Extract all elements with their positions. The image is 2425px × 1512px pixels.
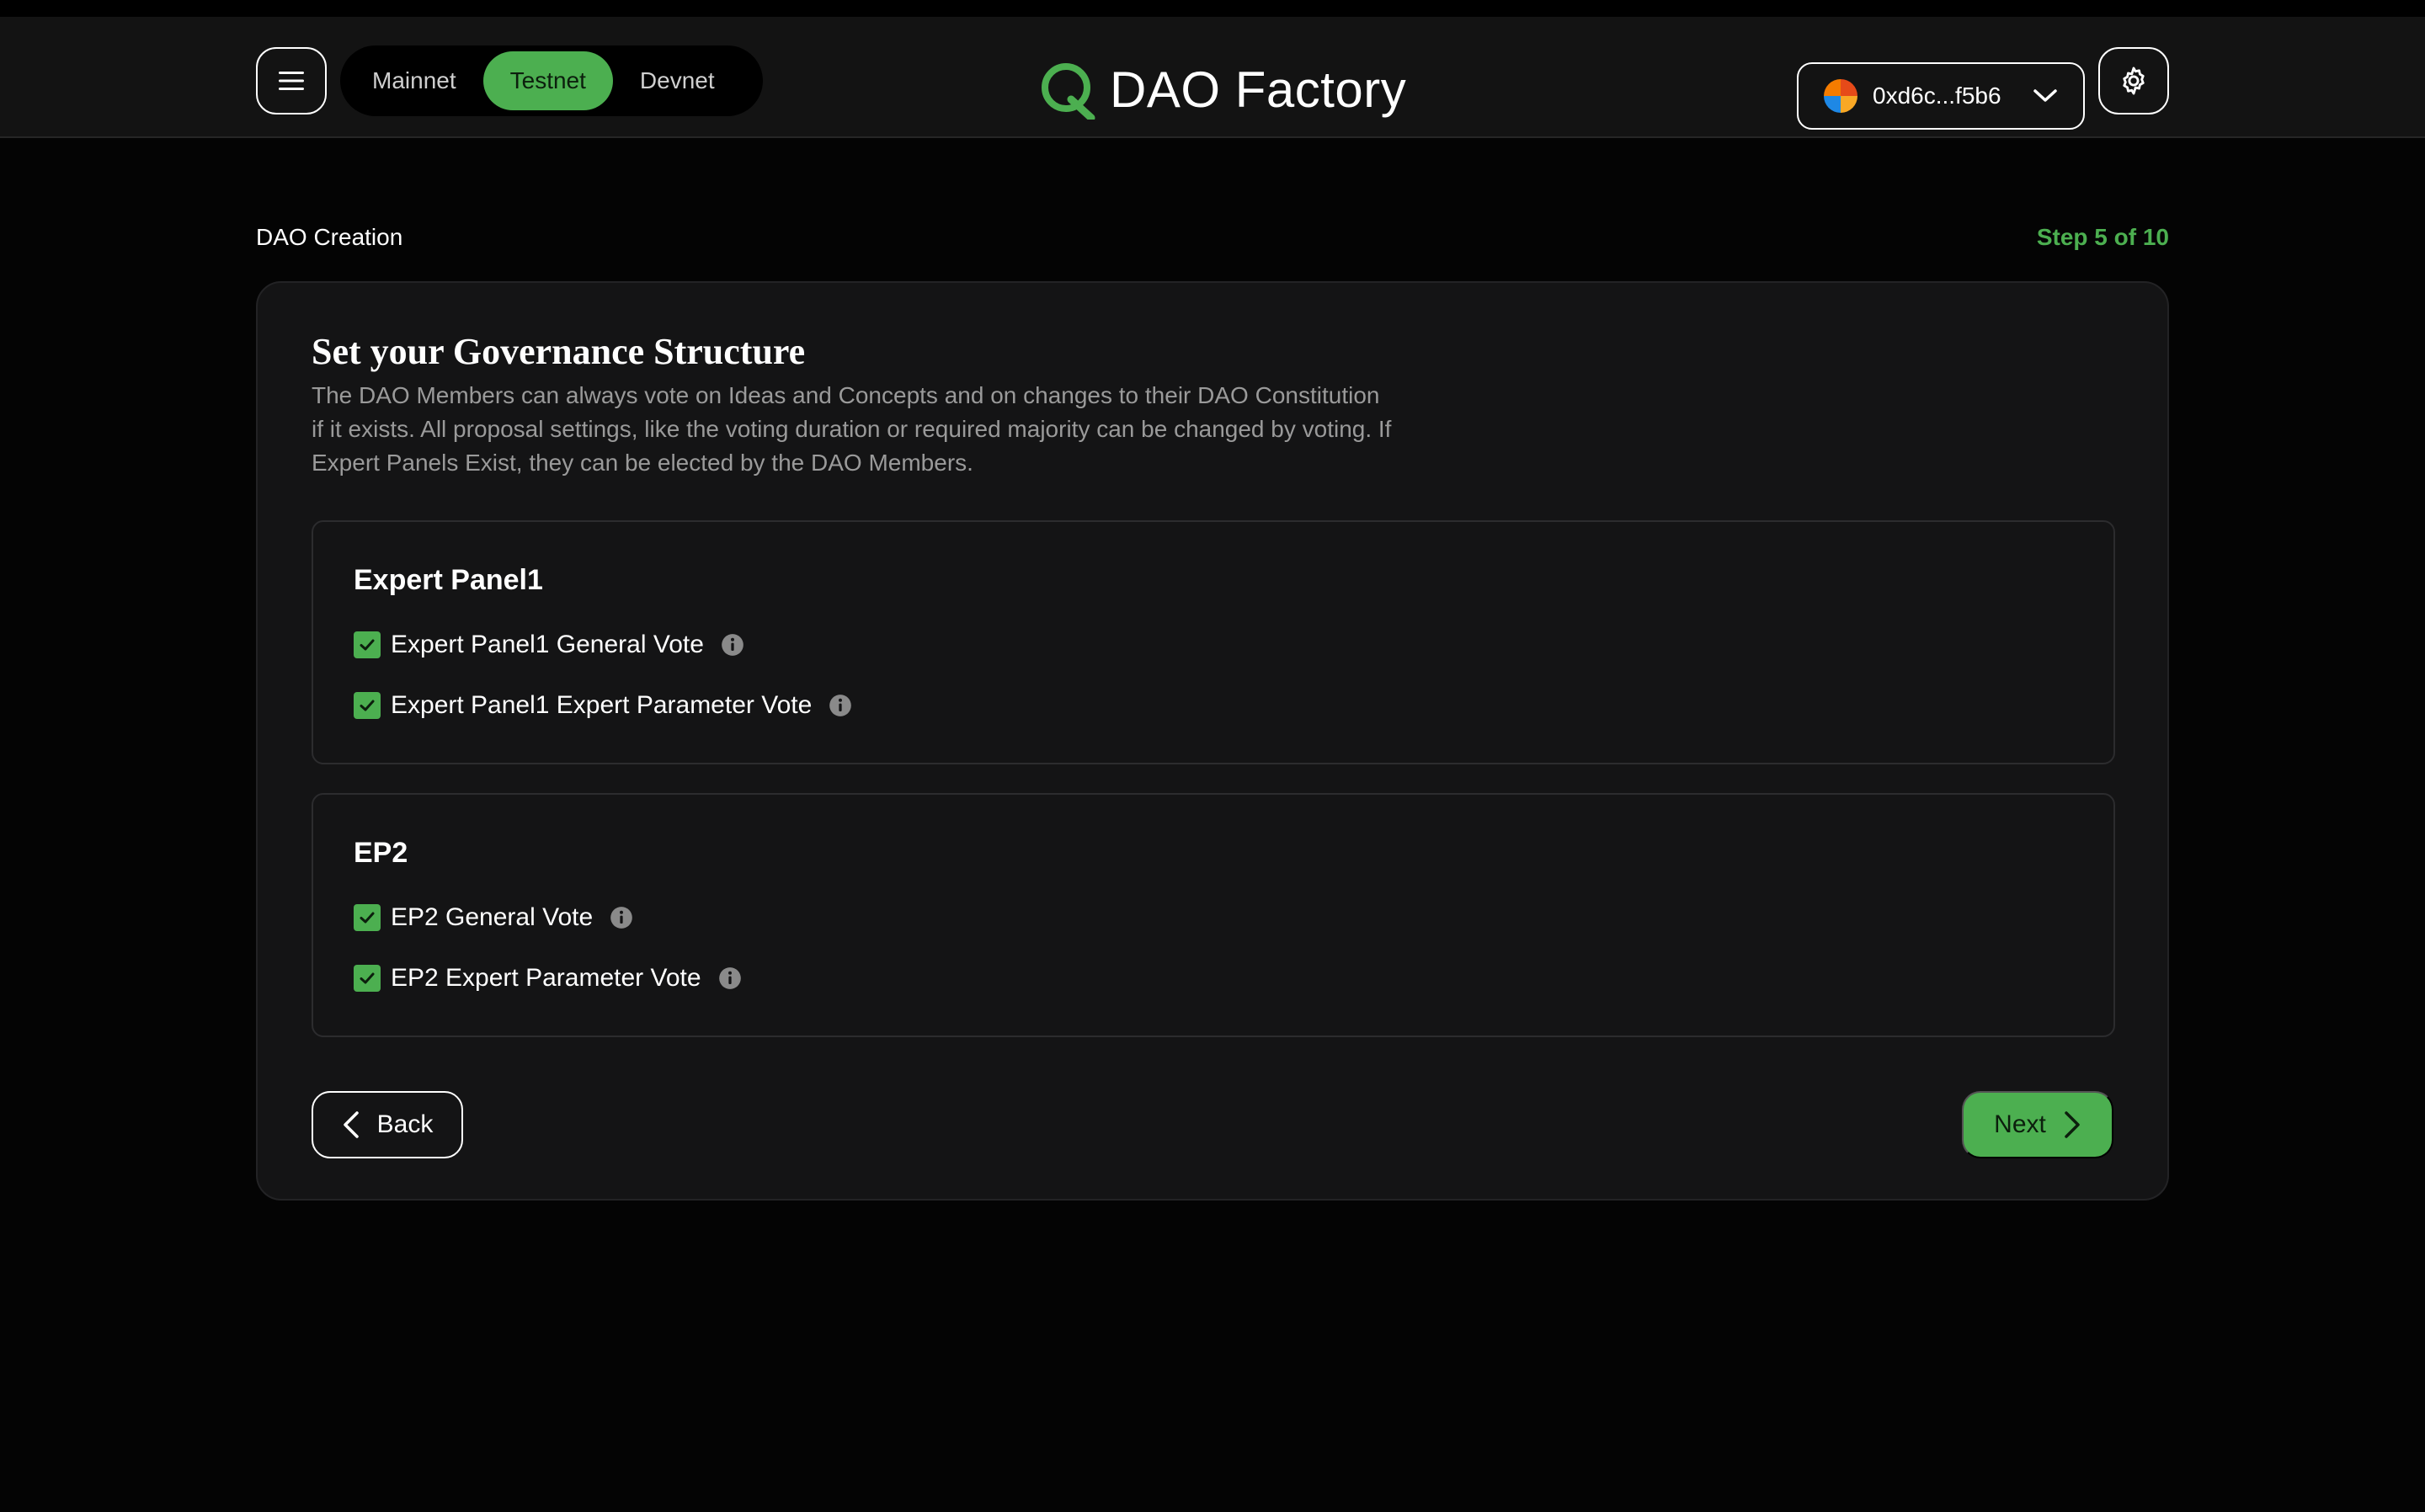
info-icon[interactable]: [718, 966, 742, 990]
top-header: Mainnet Testnet Devnet DAO Factory 0xd6c…: [0, 17, 2425, 138]
checkmark-icon: [360, 912, 375, 924]
back-button[interactable]: Back: [312, 1091, 463, 1158]
info-icon[interactable]: [610, 906, 633, 929]
network-tab-devnet[interactable]: Devnet: [613, 51, 742, 110]
info-icon[interactable]: [721, 633, 744, 657]
checkbox-row[interactable]: EP2 General Vote: [354, 901, 633, 934]
step-indicator: Step 5 of 10: [2036, 224, 2169, 250]
hamburger-menu-icon: [279, 72, 304, 90]
expert-panel-section: EP2 EP2 General Vote EP2 Expert Paramete…: [312, 793, 2115, 1037]
expert-panel-section: Expert Panel1 Expert Panel1 General Vote…: [312, 520, 2115, 764]
checkmark-icon: [360, 700, 375, 711]
panel-title: EP2: [354, 837, 408, 869]
network-tab-testnet[interactable]: Testnet: [482, 51, 613, 110]
back-button-label: Back: [376, 1110, 434, 1138]
checkbox-checked[interactable]: [354, 631, 381, 658]
checkbox-label: EP2 Expert Parameter Vote: [391, 964, 701, 992]
wallet-address: 0xd6c...f5b6: [1873, 83, 2001, 109]
breadcrumb: DAO Creation: [256, 224, 403, 250]
checkmark-icon: [360, 639, 375, 651]
checkbox-checked[interactable]: [354, 965, 381, 992]
info-icon[interactable]: [829, 694, 852, 717]
page-description: The DAO Members can always vote on Ideas…: [312, 382, 1392, 476]
window-top-strip: [0, 0, 2425, 17]
checkbox-row[interactable]: Expert Panel1 Expert Parameter Vote: [354, 689, 852, 722]
panel-title: Expert Panel1: [354, 564, 543, 596]
next-button-label: Next: [1994, 1110, 2046, 1138]
checkbox-label: Expert Panel1 Expert Parameter Vote: [391, 691, 813, 719]
checkbox-checked[interactable]: [354, 904, 381, 931]
network-tab-mainnet[interactable]: Mainnet: [345, 51, 483, 110]
brand-title: DAO Factory: [1110, 61, 1407, 118]
network-switcher: Mainnet Testnet Devnet: [340, 45, 763, 116]
menu-button[interactable]: [256, 47, 327, 114]
checkbox-row[interactable]: EP2 Expert Parameter Vote: [354, 961, 742, 995]
page-title: Set your Governance Structure: [312, 331, 806, 372]
wallet-avatar-icon: [1824, 79, 1857, 113]
q-logo-icon: [1042, 63, 1095, 120]
checkmark-icon: [360, 972, 375, 984]
settings-button[interactable]: [2098, 47, 2169, 114]
governance-structure-card: Set your Governance Structure The DAO Me…: [256, 281, 2169, 1201]
chevron-down-icon: [2033, 89, 2057, 102]
brand-logo-link[interactable]: DAO Factory: [1037, 54, 1406, 125]
checkbox-checked[interactable]: [354, 692, 381, 719]
checkbox-row[interactable]: Expert Panel1 General Vote: [354, 628, 744, 662]
next-button[interactable]: Next: [1962, 1091, 2113, 1158]
checkbox-label: Expert Panel1 General Vote: [391, 631, 704, 658]
checkbox-label: EP2 General Vote: [391, 903, 594, 931]
wallet-button[interactable]: 0xd6c...f5b6: [1797, 62, 2085, 130]
gear-icon: [2123, 67, 2145, 95]
chevron-right-icon: [2065, 1111, 2080, 1138]
chevron-left-icon: [343, 1111, 359, 1138]
